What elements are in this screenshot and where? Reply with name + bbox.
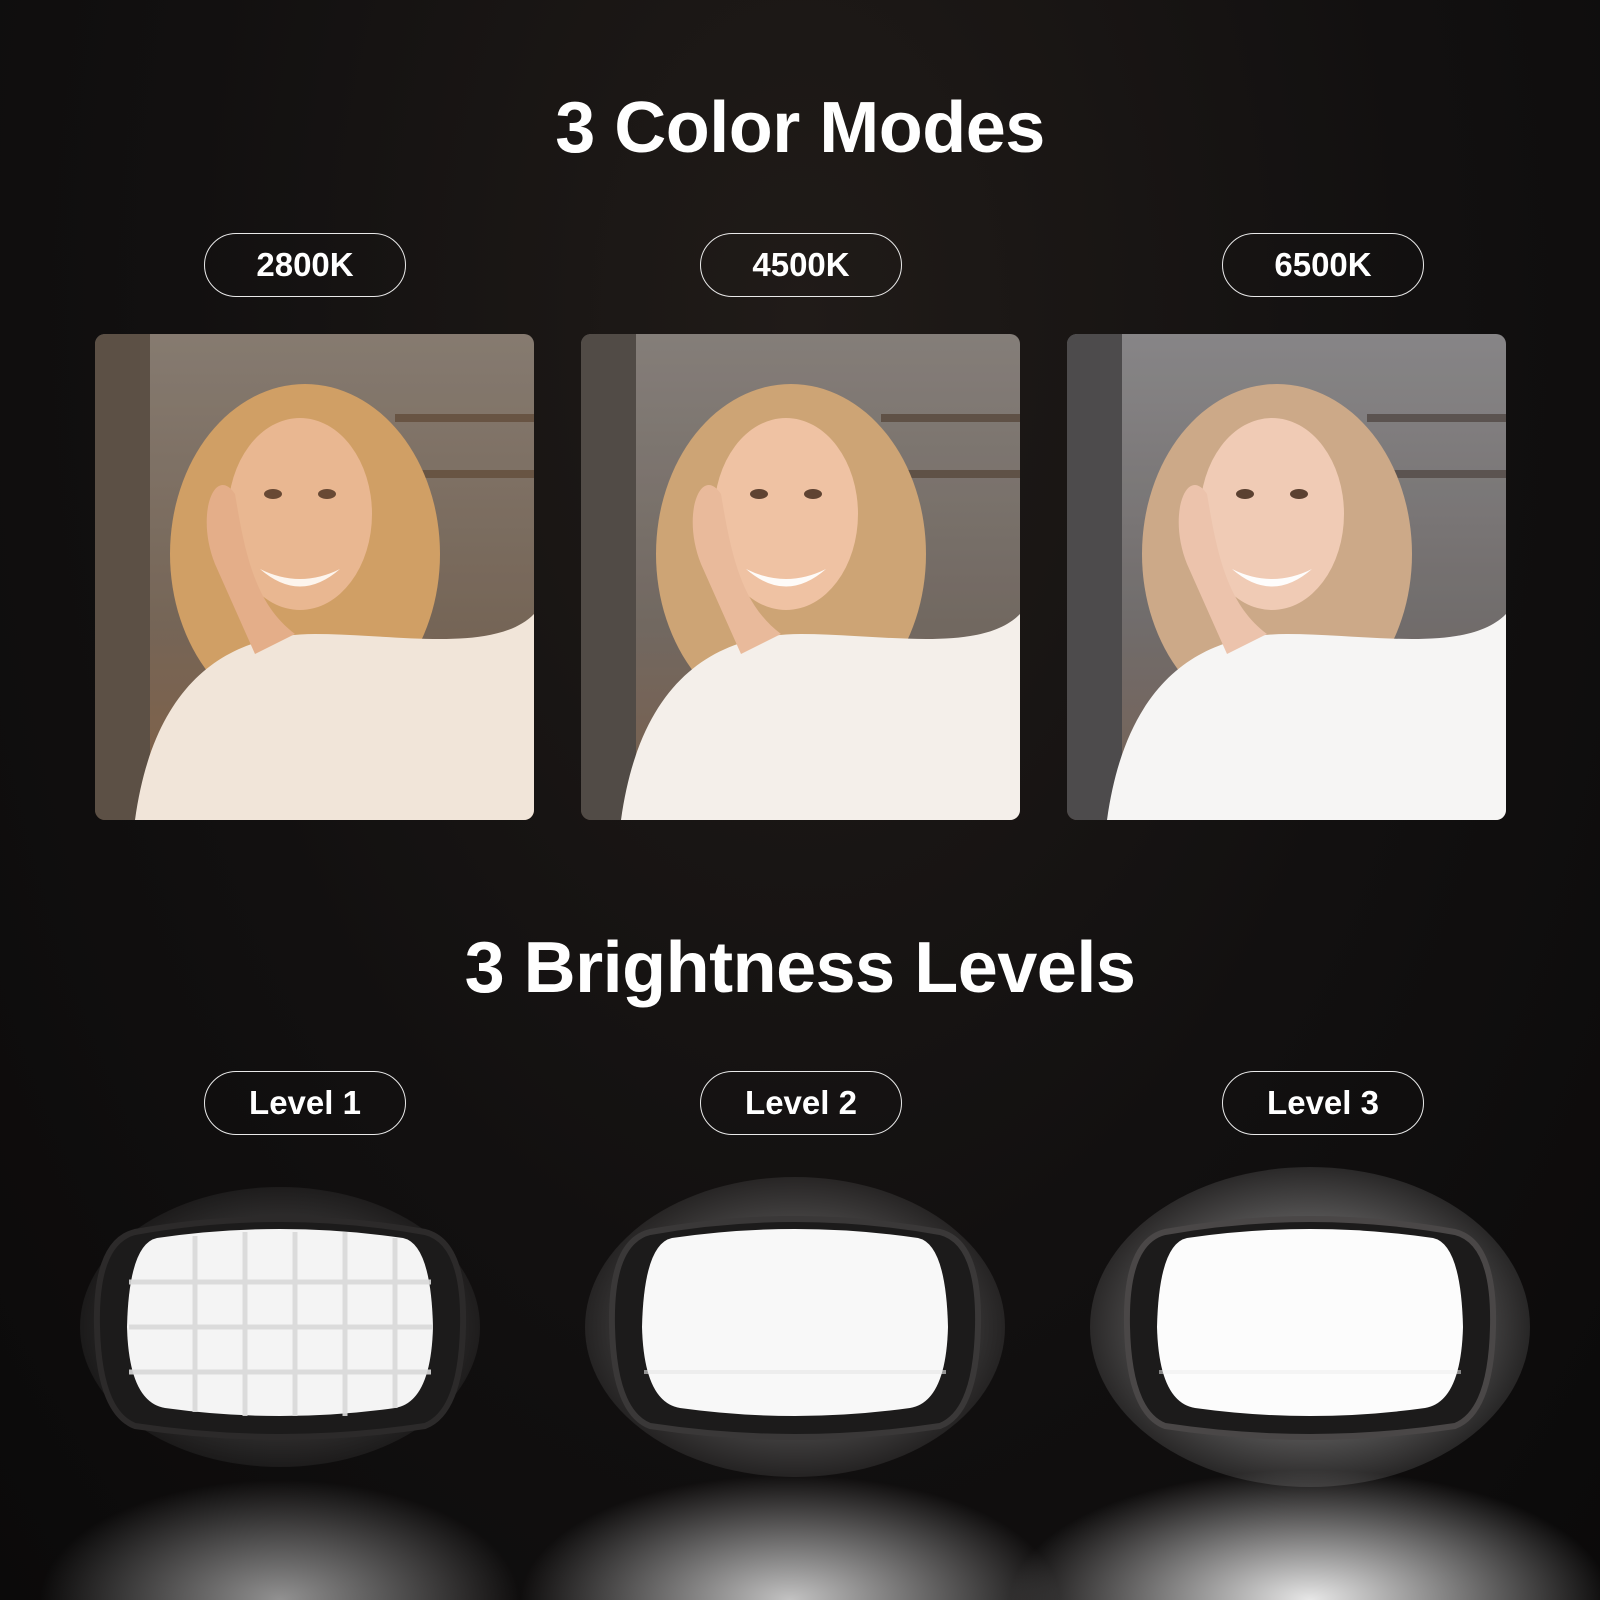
light-level-2 xyxy=(585,1177,1005,1477)
fill-light-device xyxy=(585,1177,1005,1477)
portrait-photo-4500k xyxy=(581,334,1020,820)
color-modes-heading: 3 Color Modes xyxy=(555,88,1045,168)
color-tint xyxy=(581,334,1020,820)
level-pill-1: Level 1 xyxy=(204,1071,406,1135)
mode-pill-6500k: 6500K xyxy=(1222,233,1424,297)
portrait-illustration xyxy=(1067,334,1506,820)
mode-pill-4500k: 4500K xyxy=(700,233,902,297)
portrait-photo-6500k xyxy=(1067,334,1506,820)
level-pill-2: Level 2 xyxy=(700,1071,902,1135)
color-tint xyxy=(95,334,534,820)
mode-pill-2800k: 2800K xyxy=(204,233,406,297)
light-level-1 xyxy=(80,1187,480,1467)
fill-light-device xyxy=(1090,1167,1530,1487)
portrait-photo-2800k xyxy=(95,334,534,820)
brightness-levels-heading: 3 Brightness Levels xyxy=(464,928,1136,1008)
portrait-illustration xyxy=(95,334,534,820)
color-tint xyxy=(1067,334,1506,820)
portrait-illustration xyxy=(581,334,1020,820)
fill-light-device xyxy=(80,1187,480,1467)
light-level-3 xyxy=(1090,1167,1530,1487)
level-pill-3: Level 3 xyxy=(1222,1071,1424,1135)
